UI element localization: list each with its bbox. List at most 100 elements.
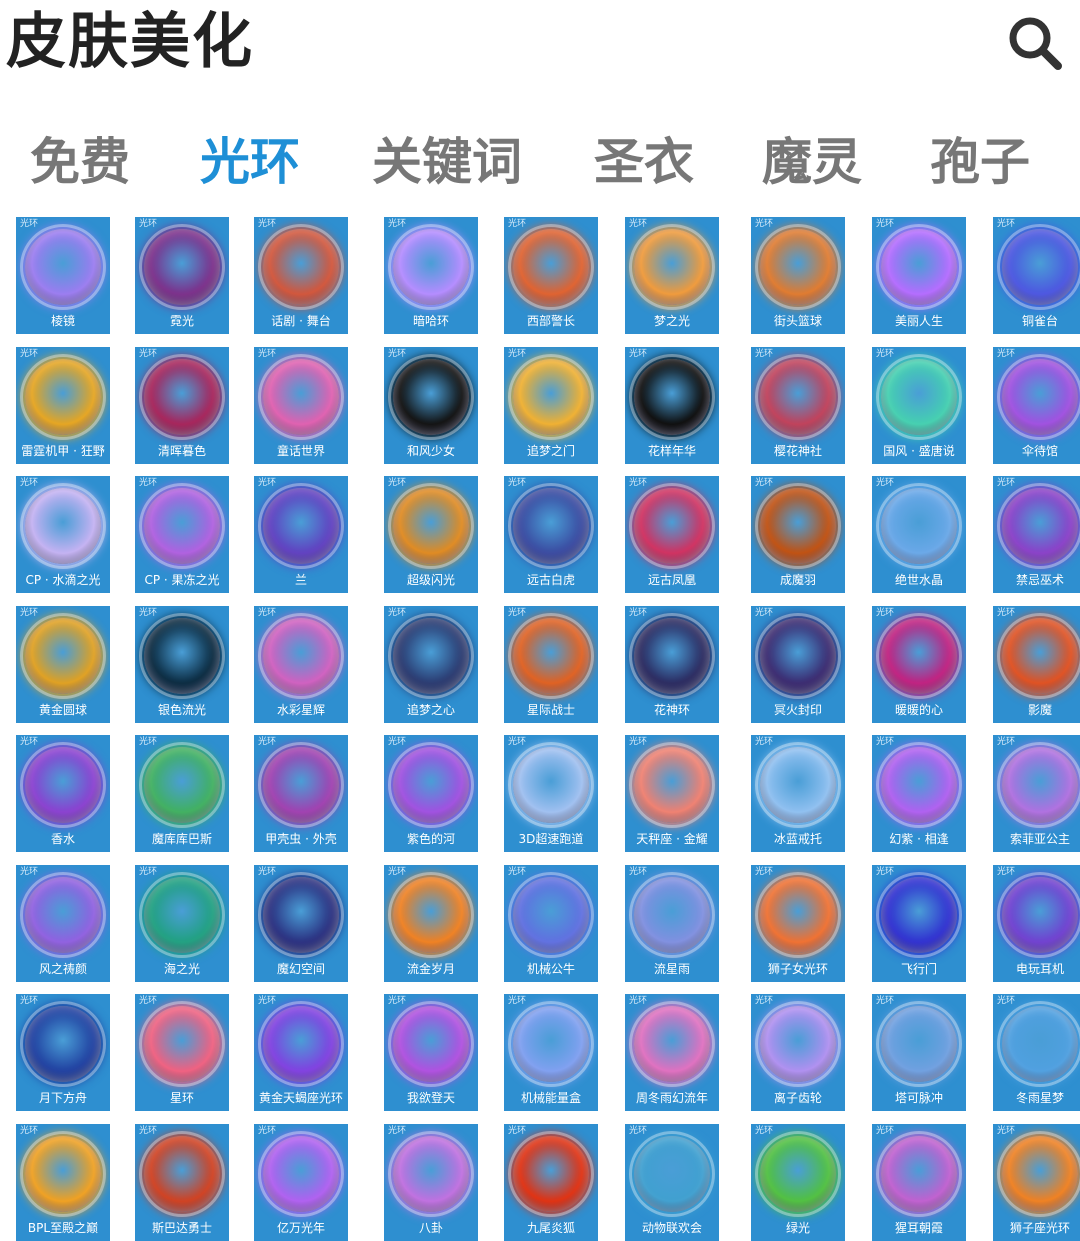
halo-name: 清晖暮色 xyxy=(157,444,206,458)
halo-preview-icon xyxy=(20,354,106,440)
halo-card[interactable]: 光环 街头篮球 xyxy=(751,217,845,334)
halo-card[interactable]: 光环 童话世界 xyxy=(254,347,348,464)
halo-card[interactable]: 光环 成魔羽 xyxy=(751,476,845,593)
halo-card[interactable]: 光环 海之光 xyxy=(135,865,229,982)
halo-card[interactable]: 光环 紫色的河 xyxy=(384,735,478,852)
halo-card[interactable]: 光环 CP · 水滴之光 xyxy=(16,476,110,593)
halo-card[interactable]: 光环 狮子女光环 xyxy=(751,865,845,982)
halo-preview-icon xyxy=(876,1001,962,1087)
halo-name: 星际战士 xyxy=(526,703,575,717)
halo-preview-icon xyxy=(258,354,344,440)
halo-card[interactable]: 光环 电玩耳机 xyxy=(993,865,1080,982)
halo-card[interactable]: 光环 斯巴达勇士 xyxy=(135,1124,229,1241)
halo-card[interactable]: 光环 远古凤凰 xyxy=(625,476,719,593)
halo-tag: 光环 xyxy=(755,608,774,618)
halo-card[interactable]: 光环 雷霆机甲 · 狂野 xyxy=(16,347,110,464)
halo-card[interactable]: 光环 猩耳朝霞 xyxy=(872,1124,966,1241)
tab-free[interactable]: 免费 xyxy=(30,122,130,202)
halo-name: 狮子座光环 xyxy=(1009,1221,1070,1235)
halo-tag: 光环 xyxy=(997,867,1016,877)
tab-spore[interactable]: 孢子 xyxy=(930,122,1030,202)
halo-card[interactable]: 光环 冬雨星梦 xyxy=(993,994,1080,1111)
halo-card[interactable]: 光环 西部警长 xyxy=(504,217,598,334)
halo-card[interactable]: 光环 冰蓝戒托 xyxy=(751,735,845,852)
halo-card[interactable]: 光环 魔库库巴斯 xyxy=(135,735,229,852)
tab-keywords[interactable]: 关键词 xyxy=(372,122,522,202)
halo-preview-icon xyxy=(997,483,1080,569)
halo-card[interactable]: 光环 黄金天蝎座光环 xyxy=(254,994,348,1111)
halo-card[interactable]: 光环 暖暖的心 xyxy=(872,606,966,723)
halo-card[interactable]: 光环 离子齿轮 xyxy=(751,994,845,1111)
halo-card[interactable]: 光环 幻紫 · 相逢 xyxy=(872,735,966,852)
tab-halo[interactable]: 光环 xyxy=(200,122,300,202)
halo-card[interactable]: 光环 绝世水晶 xyxy=(872,476,966,593)
halo-card[interactable]: 光环 八卦 xyxy=(384,1124,478,1241)
tab-demon-spirit[interactable]: 魔灵 xyxy=(762,122,862,202)
halo-card[interactable]: 光环 索菲亚公主 xyxy=(993,735,1080,852)
halo-card[interactable]: 光环 机械公牛 xyxy=(504,865,598,982)
halo-card[interactable]: 光环 亿万光年 xyxy=(254,1124,348,1241)
halo-card[interactable]: 光环 追梦之门 xyxy=(504,347,598,464)
halo-card[interactable]: 光环 星环 xyxy=(135,994,229,1111)
halo-card[interactable]: 光环 梦之光 xyxy=(625,217,719,334)
halo-card[interactable]: 光环 CP · 果冻之光 xyxy=(135,476,229,593)
halo-tag: 光环 xyxy=(876,996,895,1006)
halo-card[interactable]: 光环 风之祷颜 xyxy=(16,865,110,982)
halo-card[interactable]: 光环 清晖暮色 xyxy=(135,347,229,464)
halo-tag: 光环 xyxy=(508,1126,527,1136)
halo-name: 霓光 xyxy=(169,314,194,328)
halo-card[interactable]: 光环 花样年华 xyxy=(625,347,719,464)
halo-card[interactable]: 光环 水彩星辉 xyxy=(254,606,348,723)
halo-card[interactable]: 光环 话剧 · 舞台 xyxy=(254,217,348,334)
halo-card[interactable]: 光环 绿光 xyxy=(751,1124,845,1241)
app-header: 皮肤美化 xyxy=(0,0,1080,90)
halo-card[interactable]: 光环 3D超速跑道 xyxy=(504,735,598,852)
halo-card[interactable]: 光环 暗哈环 xyxy=(384,217,478,334)
halo-card[interactable]: 光环 甲壳虫 · 外壳 xyxy=(254,735,348,852)
halo-card[interactable]: 光环 狮子座光环 xyxy=(993,1124,1080,1241)
halo-tag: 光环 xyxy=(388,1126,407,1136)
halo-card[interactable]: 光环 和风少女 xyxy=(384,347,478,464)
halo-card[interactable]: 光环 香水 xyxy=(16,735,110,852)
halo-card[interactable]: 光环 流星雨 xyxy=(625,865,719,982)
halo-tag: 光环 xyxy=(876,608,895,618)
halo-card[interactable]: 光环 影魔 xyxy=(993,606,1080,723)
halo-card[interactable]: 光环 美丽人生 xyxy=(872,217,966,334)
halo-name: 绝世水晶 xyxy=(894,573,943,587)
halo-card[interactable]: 光环 魔幻空间 xyxy=(254,865,348,982)
halo-card[interactable]: 光环 流金岁月 xyxy=(384,865,478,982)
halo-card[interactable]: 光环 我欲登天 xyxy=(384,994,478,1111)
halo-card[interactable]: 光环 九尾炎狐 xyxy=(504,1124,598,1241)
halo-card[interactable]: 光环 超级闪光 xyxy=(384,476,478,593)
halo-card[interactable]: 光环 天秤座 · 金耀 xyxy=(625,735,719,852)
halo-card[interactable]: 光环 棱镜 xyxy=(16,217,110,334)
halo-card[interactable]: 光环 银色流光 xyxy=(135,606,229,723)
halo-card[interactable]: 光环 塔可脉冲 xyxy=(872,994,966,1111)
halo-card[interactable]: 光环 飞行门 xyxy=(872,865,966,982)
halo-card[interactable]: 光环兰 xyxy=(254,476,348,593)
halo-card[interactable]: 光环 星际战士 xyxy=(504,606,598,723)
halo-card[interactable]: 光环 樱花神社 xyxy=(751,347,845,464)
halo-card[interactable]: 光环 黄金圆球 xyxy=(16,606,110,723)
halo-card[interactable]: 光环 花神环 xyxy=(625,606,719,723)
halo-card[interactable]: 光环 追梦之心 xyxy=(384,606,478,723)
halo-card[interactable]: 光环 远古白虎 xyxy=(504,476,598,593)
tab-holy-robe[interactable]: 圣衣 xyxy=(594,122,694,202)
halo-card[interactable]: 光环 禁忌巫术 xyxy=(993,476,1080,593)
halo-preview-icon xyxy=(629,613,715,699)
halo-card[interactable]: 光环 BPL至殿之巅 xyxy=(16,1124,110,1241)
halo-card[interactable]: 光环 霓光 xyxy=(135,217,229,334)
halo-card[interactable]: 光环 机械能量盒 xyxy=(504,994,598,1111)
halo-preview-icon xyxy=(997,613,1080,699)
halo-card[interactable]: 光环 冥火封印 xyxy=(751,606,845,723)
halo-card[interactable]: 光环 国风 · 盛唐说 xyxy=(872,347,966,464)
halo-card[interactable]: 光环 铜雀台 xyxy=(993,217,1080,334)
halo-tag: 光环 xyxy=(876,219,895,229)
halo-card[interactable]: 光环 动物联欢会 xyxy=(625,1124,719,1241)
halo-card[interactable]: 光环 伞待馆 xyxy=(993,347,1080,464)
halo-tag: 光环 xyxy=(20,867,39,877)
halo-card[interactable]: 光环 月下方舟 xyxy=(16,994,110,1111)
halo-tag: 光环 xyxy=(508,219,527,229)
search-icon[interactable] xyxy=(1000,6,1070,76)
halo-card[interactable]: 光环 周冬雨幻流年 xyxy=(625,994,719,1111)
